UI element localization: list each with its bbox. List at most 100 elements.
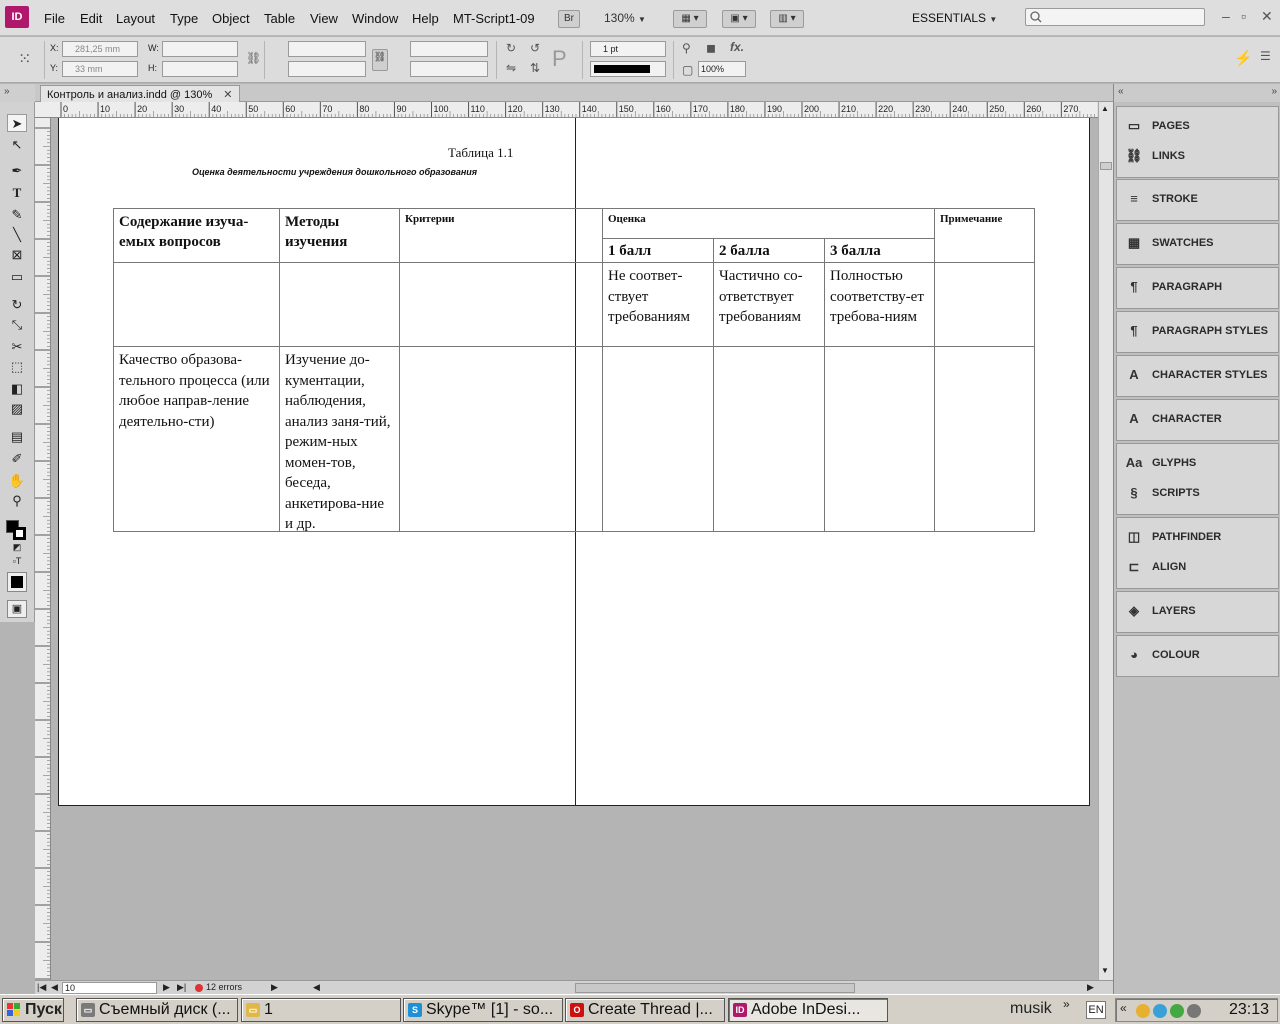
panel-menu-icon[interactable]: ☰: [1260, 49, 1271, 63]
taskbar-button[interactable]: S Skype™ [1] - so...: [403, 998, 563, 1022]
pen-tool-icon[interactable]: ✒: [7, 162, 27, 180]
taskbar-button[interactable]: O Create Thread |...: [565, 998, 725, 1022]
shear-field[interactable]: [410, 61, 488, 77]
taskbar-toolbar-label[interactable]: musik: [1010, 1000, 1052, 1018]
menu-file[interactable]: File: [44, 11, 65, 26]
panel-colour[interactable]: ◕ COLOUR: [1117, 642, 1280, 668]
row1-criteria-cell[interactable]: [399, 262, 603, 347]
rotate-tool-icon[interactable]: ↻: [7, 296, 27, 314]
vertical-scrollbar[interactable]: ▲ ▼: [1098, 102, 1113, 980]
search-input[interactable]: [1025, 8, 1205, 26]
document-canvas[interactable]: Таблица 1.1 Оценка деятельности учрежден…: [51, 118, 1098, 980]
header-score2-cell[interactable]: 2 балла: [713, 238, 825, 263]
screen-mode-icon[interactable]: ▣: [7, 600, 27, 618]
row2-score3-cell[interactable]: [824, 346, 935, 532]
panel-scripts[interactable]: § SCRIPTS: [1117, 480, 1280, 506]
formatting-affects-icon[interactable]: ▫T: [7, 552, 27, 570]
panel-paragraph-styles[interactable]: ¶ PARAGRAPH STYLES: [1117, 318, 1280, 344]
constrain-scale-button[interactable]: ⛓: [372, 49, 388, 71]
panel-glyphs[interactable]: Aa GLYPHS: [1117, 450, 1280, 476]
close-icon[interactable]: ✕: [1261, 8, 1273, 25]
tray-expand-icon[interactable]: «: [1120, 1001, 1127, 1015]
menu-help[interactable]: Help: [412, 11, 439, 26]
rotation-field[interactable]: [410, 41, 488, 57]
tray-network-icon[interactable]: [1153, 1004, 1167, 1018]
scroll-thumb[interactable]: [1100, 162, 1112, 170]
scroll-right-icon[interactable]: ▶: [1087, 982, 1094, 993]
next-page-icon[interactable]: ▶: [163, 982, 170, 993]
first-page-icon[interactable]: |◀: [37, 982, 46, 993]
panel-paragraph[interactable]: ¶ PARAGRAPH: [1117, 274, 1280, 300]
menu-view[interactable]: View: [310, 11, 338, 26]
line-tool-icon[interactable]: ╲: [7, 226, 27, 244]
preflight-menu-icon[interactable]: ▶: [271, 982, 278, 993]
tray-security-icon[interactable]: [1170, 1004, 1184, 1018]
constrain-proportions-icon[interactable]: ⛓: [246, 51, 261, 65]
menu-edit[interactable]: Edit: [80, 11, 102, 26]
x-position-field[interactable]: 281,25 mm: [62, 41, 138, 57]
row2-score1-cell[interactable]: [602, 346, 714, 532]
taskbar-button[interactable]: ▭ 1: [241, 998, 401, 1022]
rectangle-frame-tool-icon[interactable]: ⊠: [7, 246, 27, 264]
view-options-button[interactable]: ▦ ▾: [673, 10, 707, 28]
vertical-ruler[interactable]: [35, 118, 51, 980]
panel-align[interactable]: ⊏ ALIGN: [1117, 554, 1280, 580]
scale-x-field[interactable]: [288, 41, 366, 57]
scroll-left-icon[interactable]: ◀: [313, 982, 320, 993]
row2-score2-cell[interactable]: [713, 346, 825, 532]
row2-note-cell[interactable]: [934, 346, 1035, 532]
zoom-tool-icon[interactable]: ⚲: [7, 492, 27, 510]
panel-links[interactable]: ⛓ LINKS: [1117, 143, 1280, 169]
header-score-cell[interactable]: Оценка: [602, 208, 935, 239]
document-tab[interactable]: Контроль и анализ.indd @ 130% ✕: [40, 85, 240, 102]
collapse-panels-icon[interactable]: »: [1271, 86, 1277, 97]
apply-color-button[interactable]: [7, 572, 27, 592]
eyedropper-tool-icon[interactable]: ✐: [7, 450, 27, 468]
workspace-switcher[interactable]: ESSENTIALS ▼: [912, 11, 997, 25]
rotate-cw-icon[interactable]: ↻: [506, 41, 516, 55]
tray-app-icon[interactable]: [1136, 1004, 1150, 1018]
toolbar-expand-icon[interactable]: »: [1063, 997, 1070, 1011]
rectangle-tool-icon[interactable]: ▭: [7, 268, 27, 286]
header-score3-cell[interactable]: 3 балла: [824, 238, 935, 263]
header-criteria-cell[interactable]: Критерии: [399, 208, 603, 263]
header-note-cell[interactable]: Примечание: [934, 208, 1035, 263]
row1-content-cell[interactable]: [113, 262, 280, 347]
page-number-field[interactable]: 10: [62, 982, 157, 994]
row1-note-cell[interactable]: [934, 262, 1035, 347]
reference-point-icon[interactable]: ⁙: [18, 49, 31, 69]
row2-methods-cell[interactable]: Изучение до-кументации, наблюдения, анал…: [279, 346, 400, 532]
fitting-icon[interactable]: ⚲: [682, 41, 691, 55]
row2-criteria-cell[interactable]: [399, 346, 603, 532]
horizontal-scroll-thumb[interactable]: [575, 983, 855, 993]
gradient-feather-tool-icon[interactable]: ▨: [7, 400, 27, 418]
panel-layers[interactable]: ◈ LAYERS: [1117, 598, 1280, 624]
opacity-field[interactable]: 100%: [698, 61, 746, 77]
page-spread[interactable]: Таблица 1.1 Оценка деятельности учрежден…: [58, 118, 1090, 806]
menu-layout[interactable]: Layout: [116, 11, 155, 26]
direct-selection-tool-icon[interactable]: ↖: [7, 136, 27, 154]
preflight-status[interactable]: 12 errors: [195, 982, 242, 992]
menu-window[interactable]: Window: [352, 11, 398, 26]
menu-object[interactable]: Object: [212, 11, 250, 26]
flip-horizontal-icon[interactable]: ⇋: [506, 61, 516, 75]
minimize-icon[interactable]: –: [1222, 8, 1230, 24]
row2-content-cell[interactable]: Качество образова-тельного процесса (или…: [113, 346, 280, 532]
selection-tool-icon[interactable]: ➤: [7, 114, 27, 132]
hand-tool-icon[interactable]: ✋: [7, 472, 27, 490]
note-tool-icon[interactable]: ▤: [7, 428, 27, 446]
scroll-down-icon[interactable]: ▼: [1101, 966, 1109, 975]
effects-icon[interactable]: fx.: [730, 40, 744, 54]
screen-mode-button[interactable]: ▣ ▾: [722, 10, 756, 28]
drop-shadow-icon[interactable]: ◼: [706, 41, 716, 55]
tray-volume-icon[interactable]: [1187, 1004, 1201, 1018]
header-score1-cell[interactable]: 1 балл: [602, 238, 714, 263]
horizontal-ruler[interactable]: 0 10 20 30 40 50 60 70 80 90 100 110 120 130 140 150 160…: [35, 102, 1113, 118]
flip-vertical-icon[interactable]: ⇅: [530, 61, 540, 75]
row1-score3-cell[interactable]: Полностью соответству-ет требова-ниям: [824, 262, 935, 347]
stroke-type-dropdown[interactable]: [590, 61, 666, 77]
last-page-icon[interactable]: ▶|: [177, 982, 186, 993]
rotate-ccw-icon[interactable]: ↺: [530, 41, 540, 55]
previous-page-icon[interactable]: ◀: [51, 982, 58, 993]
gradient-tool-icon[interactable]: ◧: [7, 380, 27, 398]
